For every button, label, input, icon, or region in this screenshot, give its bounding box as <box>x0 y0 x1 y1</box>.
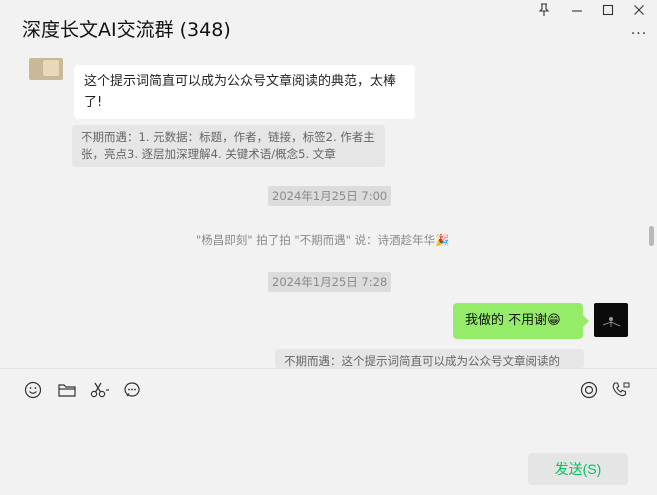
pin-icon[interactable] <box>533 2 555 18</box>
maximize-icon[interactable] <box>597 2 619 18</box>
chat-title: 深度长文AI交流群 (348) <box>22 19 231 41</box>
message-list[interactable]: 这个提示词简直可以成为公众号文章阅读的典范，太棒了! 不期而遇：1. 元数据：标… <box>0 58 657 368</box>
video-call-icon[interactable] <box>611 380 631 400</box>
scissors-icon[interactable] <box>89 380 111 400</box>
send-button[interactable]: 发送(S) <box>528 453 628 485</box>
timestamp: 2024年1月25日 7:28 <box>268 272 392 292</box>
incoming-message[interactable]: 这个提示词简直可以成为公众号文章阅读的典范，太棒了! <box>74 65 415 119</box>
scrollbar-thumb[interactable] <box>649 226 654 246</box>
divider <box>0 368 657 369</box>
voice-call-icon[interactable] <box>579 380 599 400</box>
folder-icon[interactable] <box>57 380 77 400</box>
close-icon[interactable] <box>628 2 650 18</box>
pat-notice: "杨昌即刻" 拍了拍 "不期而遇" 说：诗酒趁年华🎉 <box>196 233 450 247</box>
outgoing-message[interactable]: 我做的 不用谢😁 <box>453 303 589 339</box>
more-icon[interactable]: ··· <box>628 26 650 42</box>
chat-history-icon[interactable] <box>122 380 142 400</box>
timestamp: 2024年1月25日 7:00 <box>268 186 392 206</box>
my-avatar[interactable] <box>594 303 628 337</box>
emoji-icon[interactable] <box>23 380 43 400</box>
sender-avatar[interactable] <box>29 58 63 80</box>
quoted-message[interactable]: 不期而遇：1. 元数据：标题，作者，链接，标签2. 作者主张，亮点3. 逐层加深… <box>72 125 385 167</box>
quoted-message[interactable]: 不期而遇：这个提示词简直可以成为公众号文章阅读的 <box>275 349 584 368</box>
chat-header: 深度长文AI交流群 (348) ··· <box>0 0 657 58</box>
minimize-icon[interactable] <box>566 2 588 18</box>
